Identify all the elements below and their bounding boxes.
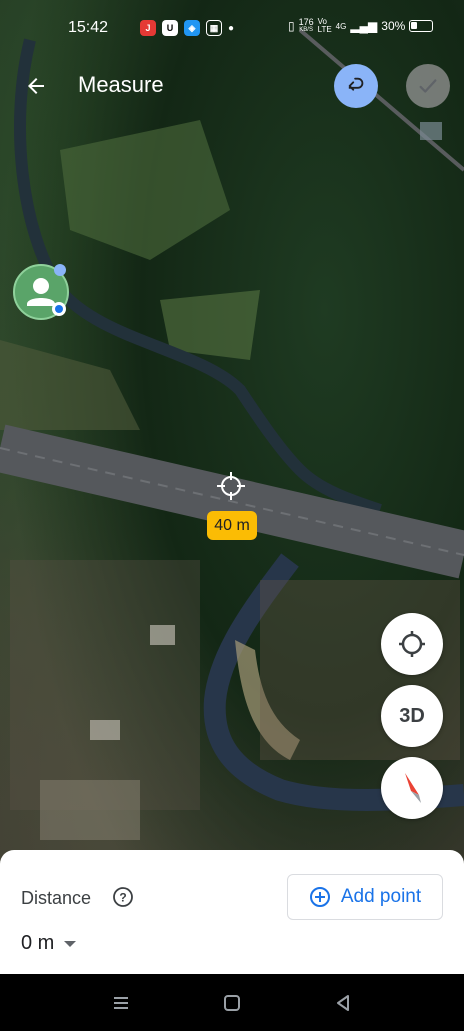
status-indicators: ▯ 176 KB/S Vo LTE 4G ▂▄▆ 30% <box>288 17 434 34</box>
back-button[interactable] <box>20 70 52 102</box>
system-nav-bar <box>0 974 464 1031</box>
network-speed-value: 176 <box>298 17 314 27</box>
vibrate-icon: ▯ <box>288 19 295 33</box>
my-location-icon <box>399 631 425 657</box>
page-title: Measure <box>78 72 164 97</box>
distance-value: 0 m <box>21 932 55 954</box>
bottom-sheet: Distance ? 0 m Add point <box>0 850 464 974</box>
top-app-bar: Measure <box>0 58 464 114</box>
undo-button[interactable] <box>334 64 378 108</box>
signal-bars-icon: ▂▄▆ <box>350 19 378 33</box>
undo-icon <box>348 77 364 91</box>
volte-indicator: Vo LTE <box>317 17 332 34</box>
menu-icon <box>114 997 128 1009</box>
jio-app-icon: J <box>140 20 156 36</box>
3d-label: 3D <box>399 704 425 727</box>
distance-label: 40 m <box>207 511 257 540</box>
compass-icon <box>405 773 421 803</box>
network-speed-unit: KB/S <box>299 27 313 33</box>
grid-app-icon: ▦ <box>206 20 222 36</box>
location-dot-icon <box>52 302 66 316</box>
svg-text:?: ? <box>119 891 126 905</box>
check-icon <box>419 79 437 93</box>
chevron-down-icon <box>64 940 77 947</box>
back-nav-button[interactable] <box>332 992 354 1014</box>
distance-title: Distance <box>21 888 92 908</box>
add-point-label: Add point <box>340 886 422 907</box>
avatar-status-dot <box>54 264 66 276</box>
u-app-icon: U <box>162 20 178 36</box>
network-speed: 176 KB/S <box>299 18 314 34</box>
3d-toggle-button[interactable]: 3D <box>381 685 443 747</box>
back-arrow-icon <box>28 78 44 94</box>
add-point-button[interactable]: Add point <box>287 874 443 920</box>
add-circle-icon <box>309 887 330 907</box>
recent-apps-button[interactable] <box>110 992 132 1014</box>
home-icon <box>224 995 240 1011</box>
crosshair-icon <box>217 472 245 500</box>
more-dot-icon: ● <box>228 22 235 34</box>
home-button[interactable] <box>221 992 243 1014</box>
done-button[interactable] <box>406 64 450 108</box>
triangle-back-icon <box>337 995 349 1011</box>
my-location-button[interactable] <box>381 613 443 675</box>
battery-percent: 30% <box>381 19 406 33</box>
status-bar: 15:42 J U ◈ ▦ ● ▯ 176 KB/S Vo LTE 4G ▂▄▆… <box>0 0 464 58</box>
distance-unit-dropdown[interactable]: 0 m <box>21 932 77 955</box>
help-icon[interactable]: ? <box>112 886 134 908</box>
signal-type: 4G <box>335 21 347 31</box>
battery-icon <box>409 20 434 32</box>
compass-button[interactable] <box>381 757 443 819</box>
status-time: 15:42 <box>68 19 109 36</box>
notification-icons: J U ◈ ▦ ● <box>140 20 234 36</box>
messenger-app-icon: ◈ <box>184 20 200 36</box>
